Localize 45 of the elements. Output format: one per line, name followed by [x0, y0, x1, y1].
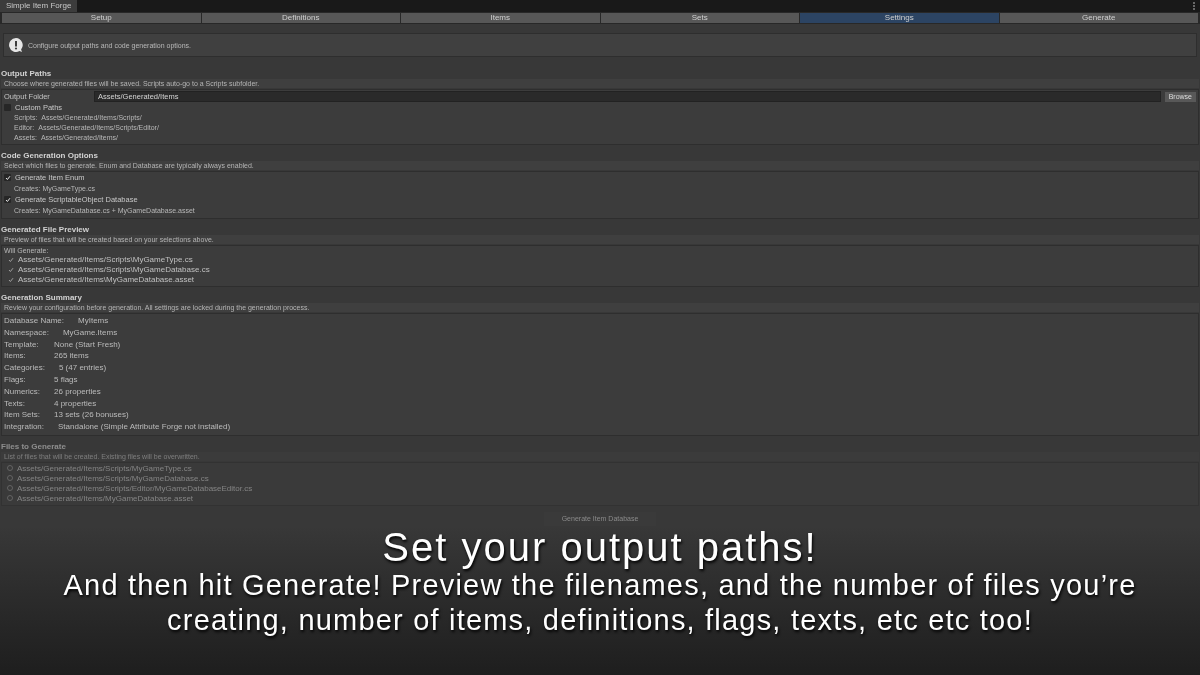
summary-value: 4 properties	[54, 397, 97, 410]
tab[interactable]: Items	[401, 13, 600, 23]
section-title: Generated File Preview	[1, 225, 91, 234]
summary-value: None (Start Fresh)	[54, 338, 121, 351]
section-title: Output Paths	[1, 69, 53, 78]
summary-value: 265 items	[54, 350, 89, 363]
summary-label: Texts:	[4, 397, 26, 410]
more-options-icon[interactable]	[1192, 2, 1196, 10]
summary-value: 5 (47 entries)	[58, 362, 107, 374]
summary-label: Categories:	[4, 362, 45, 374]
caption-text: And then hit Generate! Preview the filenames, and the number of files you’re creating, number of items, definitions, flags, texts, etc etc too!	[62, 568, 1138, 638]
summary-value: MyGame.Items	[62, 326, 118, 339]
summary-label: Item Sets:	[4, 409, 40, 422]
summary-label: Namespace:	[4, 326, 49, 339]
summary-label: Numerics:	[4, 385, 40, 398]
summary-value: Standalone (Simple Attribute Forge not installed)	[58, 421, 231, 433]
summary-label: Database Name:	[4, 315, 65, 327]
tab[interactable]: Sets	[600, 13, 799, 23]
checkbox[interactable]	[4, 196, 11, 203]
summary-label: Integration:	[4, 421, 45, 433]
info-icon	[8, 37, 24, 53]
section-title: Code Generation Options	[1, 151, 99, 160]
file-path: Assets/Generated/Items/MyGameDatabase.asset	[17, 493, 194, 503]
summary-label: Flags:	[4, 374, 27, 386]
section-title: Files to Generate	[1, 441, 67, 451]
summary-value: 13 sets (26 bonuses)	[54, 409, 129, 422]
checkbox[interactable]	[4, 174, 11, 181]
summary-value: 26 properties	[54, 385, 101, 398]
caption-headline: Set your output paths!	[382, 525, 818, 568]
tab[interactable]: Setup	[2, 13, 201, 23]
window-title-tab[interactable]: Simple Item Forge	[0, 0, 78, 12]
summary-label: Template:	[4, 338, 40, 351]
file-path: Assets/Generated/Items/Scripts/MyGameType.cs	[17, 463, 192, 473]
tab[interactable]: Settings	[800, 13, 999, 23]
tab[interactable]: Definitions	[201, 13, 400, 23]
file-path: Assets/Generated/Items/Scripts\MyGameType.cs	[18, 255, 193, 264]
summary-value: 5 flags	[54, 374, 78, 386]
summary-value: MyItems	[78, 315, 109, 327]
summary-label: Items:	[4, 350, 27, 363]
section-title: Generation Summary	[1, 293, 83, 302]
file-path: Assets/Generated/Items/Scripts/MyGameDatabase.cs	[17, 473, 209, 483]
file-path: Assets/Generated/Items/Scripts/Editor/MyGameDatabaseEditor.cs	[17, 483, 253, 493]
tab[interactable]: Generate	[999, 13, 1198, 23]
file-path: Assets/Generated/Items\MyGameDatabase.asset	[18, 275, 195, 284]
file-path: Assets/Generated/Items/Scripts\MyGameDatabase.cs	[18, 265, 210, 274]
